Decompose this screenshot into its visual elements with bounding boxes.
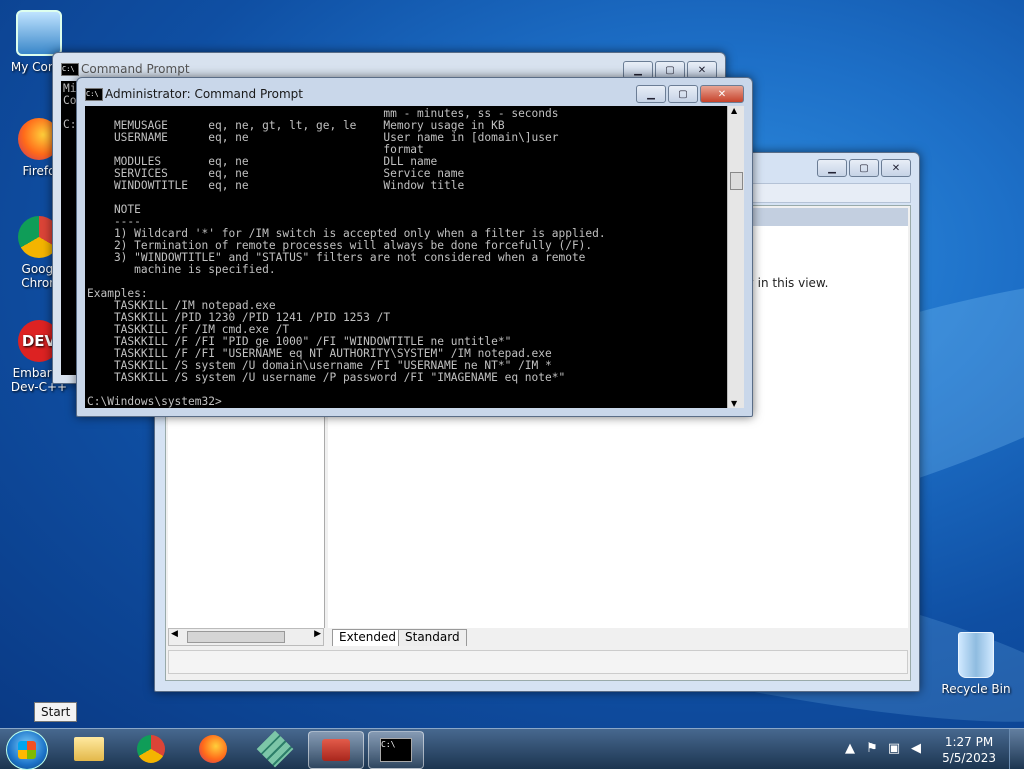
firefox-icon (199, 735, 227, 763)
scroll-down-icon[interactable]: ▼ (731, 399, 737, 408)
taskbar-chrome[interactable] (124, 731, 178, 767)
desktop-icon-label: Recycle Bin (941, 682, 1011, 696)
horizontal-scrollbar[interactable]: ◀ ▶ (168, 628, 324, 646)
taskbar: C:\ ▲ ⚑ ▣ ◀ 1:27 PM 5/5/2023 (0, 728, 1024, 770)
scroll-left-icon[interactable]: ◀ (171, 629, 178, 639)
cmd-icon: C:\ (380, 738, 412, 762)
status-bar (168, 650, 908, 674)
tab-standard[interactable]: Standard (398, 629, 467, 646)
window-controls: ▁ ▢ ✕ (817, 159, 911, 177)
close-button[interactable]: ✕ (881, 159, 911, 177)
toolbox-icon (322, 739, 350, 761)
empty-view-text: w in this view. (744, 276, 829, 290)
system-tray: ▲ ⚑ ▣ ◀ 1:27 PM 5/5/2023 (834, 729, 1024, 769)
windows-logo-icon (18, 741, 36, 759)
window-title: Command Prompt (81, 62, 190, 76)
start-tooltip: Start (34, 702, 78, 722)
show-hidden-icons-icon[interactable]: ▲ (842, 741, 858, 757)
console-area[interactable]: mm - minutes, ss - seconds MEMUSAGE eq, … (85, 106, 728, 408)
scroll-thumb[interactable] (187, 631, 285, 643)
start-button[interactable] (6, 730, 48, 770)
close-button[interactable]: ✕ (700, 85, 744, 103)
vertical-scrollbar[interactable]: ▲ ▼ (727, 106, 744, 408)
maximize-button[interactable]: ▢ (668, 85, 698, 103)
maximize-button[interactable]: ▢ (849, 159, 879, 177)
clock[interactable]: 1:27 PM 5/5/2023 (942, 734, 996, 766)
cmd-icon: C:\ (61, 63, 79, 76)
folder-icon (74, 737, 104, 761)
cmd-icon: C:\ (85, 88, 103, 101)
taskbar-explorer[interactable] (62, 731, 116, 767)
scroll-thumb[interactable] (730, 172, 743, 190)
taskbar-firefox[interactable] (186, 731, 240, 767)
scroll-right-icon[interactable]: ▶ (314, 629, 321, 639)
taskbar-app-cube[interactable] (248, 730, 302, 768)
volume-icon[interactable]: ◀ (908, 741, 924, 757)
clock-date: 5/5/2023 (942, 751, 996, 765)
clock-time: 1:27 PM (944, 735, 994, 749)
scroll-up-icon[interactable]: ▲ (731, 106, 737, 115)
recycle-bin-icon (958, 632, 994, 678)
console-text: mm - minutes, ss - seconds MEMUSAGE eq, … (87, 107, 606, 408)
tab-extended[interactable]: Extended (332, 629, 403, 646)
desktop-icon-recycle-bin[interactable]: Recycle Bin (938, 632, 1014, 696)
action-center-icon[interactable]: ⚑ (864, 741, 880, 757)
cube-icon (256, 730, 294, 768)
window-controls: ▁ ▢ ✕ (636, 85, 744, 103)
minimize-button[interactable]: ▁ (636, 85, 666, 103)
show-desktop-button[interactable] (1009, 729, 1024, 769)
window-title: Administrator: Command Prompt (105, 87, 303, 101)
network-icon[interactable]: ▣ (886, 741, 902, 757)
taskbar-command-prompt[interactable]: C:\ (368, 731, 424, 769)
computer-icon (16, 10, 62, 56)
minimize-button[interactable]: ▁ (817, 159, 847, 177)
taskbar-toolbox[interactable] (308, 731, 364, 769)
chrome-icon (137, 735, 165, 763)
command-prompt-window[interactable]: C:\ Administrator: Command Prompt ▁ ▢ ✕ … (76, 77, 753, 417)
